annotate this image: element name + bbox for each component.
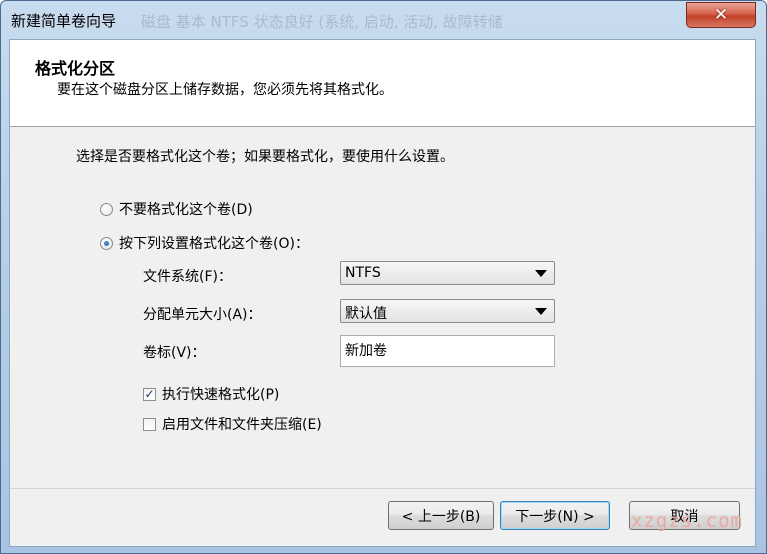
footer-divider xyxy=(10,488,755,489)
question-text: 选择是否要格式化这个卷；如果要格式化，要使用什么设置。 xyxy=(76,149,454,165)
volume-label-value: 新加卷 xyxy=(345,343,387,359)
close-button[interactable]: ✕ xyxy=(686,2,756,28)
wizard-client-area: 格式化分区 要在这个磁盘分区上储存数据，您必须先将其格式化。 选择是否要格式化这… xyxy=(9,39,756,547)
radio-button[interactable] xyxy=(100,202,113,216)
allocation-select[interactable]: 默认值 xyxy=(340,299,555,323)
quick-format-check[interactable]: ✓ 执行快速格式化(P) xyxy=(143,384,279,404)
radio-no-format[interactable]: 不要格式化这个卷(D) xyxy=(100,199,253,219)
compression-check[interactable]: 启用文件和文件夹压缩(E) xyxy=(143,414,322,434)
allocation-value: 默认值 xyxy=(345,306,387,322)
filesystem-value: NTFS xyxy=(345,265,381,281)
close-icon: ✕ xyxy=(713,5,729,25)
chevron-down-icon xyxy=(535,308,547,315)
checkbox-label: 启用文件和文件夹压缩(E) xyxy=(162,417,322,433)
allocation-label: 分配单元大小(A)： xyxy=(143,307,262,323)
wizard-window: 新建简单卷向导 磁盘 基本 NTFS 状态良好 (系统, 启动, 活动, 故障转… xyxy=(0,0,767,554)
wizard-content: 选择是否要格式化这个卷；如果要格式化，要使用什么设置。 不要格式化这个卷(D) … xyxy=(10,127,755,488)
radio-label: 按下列设置格式化这个卷(O)： xyxy=(119,236,309,252)
filesystem-select[interactable]: NTFS xyxy=(340,261,555,285)
checkbox-unchecked[interactable] xyxy=(143,417,156,431)
volume-label-input[interactable]: 新加卷 xyxy=(340,335,555,367)
radio-label: 不要格式化这个卷(D) xyxy=(119,202,253,218)
title-bar[interactable]: 新建简单卷向导 磁盘 基本 NTFS 状态良好 (系统, 启动, 活动, 故障转… xyxy=(1,1,766,39)
radio-format[interactable]: 按下列设置格式化这个卷(O)： xyxy=(100,233,309,253)
page-title: 格式化分区 xyxy=(35,59,116,78)
back-button[interactable]: < 上一步(B) xyxy=(388,501,494,530)
checkbox-checked[interactable]: ✓ xyxy=(143,387,156,401)
chevron-down-icon xyxy=(535,270,547,277)
watermark-text: xzgzs.com xyxy=(631,510,743,532)
background-title-ghost: 磁盘 基本 NTFS 状态良好 (系统, 启动, 活动, 故障转储 xyxy=(141,13,503,31)
wizard-header: 格式化分区 要在这个磁盘分区上储存数据，您必须先将其格式化。 xyxy=(10,40,755,127)
volume-label-label: 卷标(V)： xyxy=(143,345,206,361)
next-button[interactable]: 下一步(N) > xyxy=(500,501,610,530)
radio-button-selected[interactable] xyxy=(100,236,113,250)
page-subtitle: 要在这个磁盘分区上储存数据，您必须先将其格式化。 xyxy=(57,82,393,98)
checkbox-label: 执行快速格式化(P) xyxy=(162,387,280,403)
filesystem-label: 文件系统(F)： xyxy=(143,269,232,285)
window-title: 新建简单卷向导 xyxy=(11,12,117,30)
